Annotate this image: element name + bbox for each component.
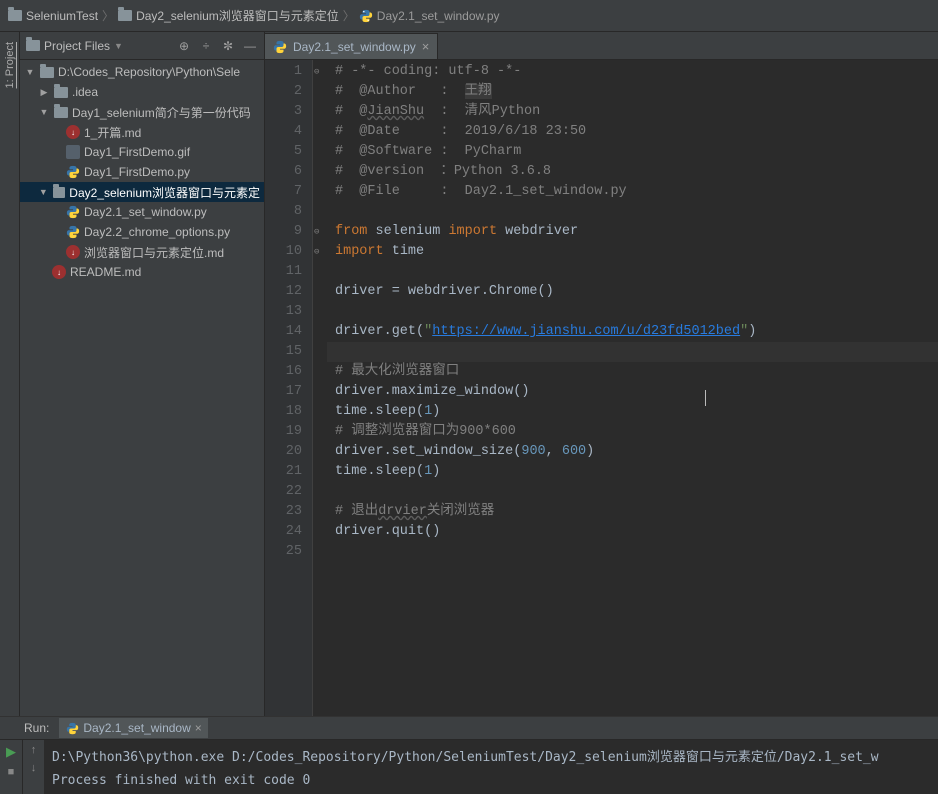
python-file-icon [273, 40, 287, 54]
gutter[interactable]: 1234567891011121314151617181920212223242… [265, 60, 313, 716]
markdown-icon: ↓ [66, 245, 80, 259]
console-output[interactable]: D:\Python36\python.exe D:/Codes_Reposito… [44, 740, 938, 794]
tree-file[interactable]: ↓浏览器窗口与元素定位.md [20, 242, 264, 262]
fold-icon[interactable]: ⊖ [314, 62, 319, 82]
tree-file[interactable]: Day1_FirstDemo.gif [20, 142, 264, 162]
editor-tab[interactable]: Day2.1_set_window.py × [265, 33, 438, 59]
hide-icon[interactable]: — [242, 39, 258, 53]
project-panel: Project Files▼ ⊕ ÷ ✼ — ▼D:\Codes_Reposit… [20, 32, 265, 716]
folder-icon [53, 187, 66, 198]
close-icon[interactable]: × [422, 39, 430, 54]
chevron-right-icon: 〉 [102, 7, 114, 24]
tree-file[interactable]: Day2.1_set_window.py [20, 202, 264, 222]
tree-file[interactable]: ↓1_开篇.md [20, 122, 264, 142]
dropdown-icon: ▼ [114, 41, 123, 51]
crumb-label: SeleniumTest [26, 9, 98, 23]
tree-file[interactable]: Day2.2_chrome_options.py [20, 222, 264, 242]
locate-icon[interactable]: ⊕ [176, 39, 192, 53]
python-file-icon [359, 9, 373, 23]
editor: Day2.1_set_window.py × 12345678910111213… [265, 32, 938, 716]
tree-file[interactable]: ↓README.md [20, 262, 264, 282]
run-label: Run: [24, 721, 49, 735]
code-area[interactable]: 1234567891011121314151617181920212223242… [265, 60, 938, 716]
editor-tabs: Day2.1_set_window.py × [265, 32, 938, 60]
python-file-icon [66, 205, 80, 219]
console-line: D:\Python36\python.exe D:/Codes_Reposito… [52, 746, 930, 765]
markdown-icon: ↓ [52, 265, 66, 279]
expand-icon[interactable]: ▼ [38, 107, 50, 117]
markdown-icon: ↓ [66, 125, 80, 139]
run-actions: ▶ ■ [0, 740, 22, 794]
panel-title[interactable]: Project Files▼ [26, 39, 170, 53]
play-icon[interactable]: ▶ [6, 744, 16, 760]
crumb-root[interactable]: SeleniumTest [8, 9, 98, 23]
folder-icon [118, 10, 132, 21]
fold-icon[interactable]: ⊖ [314, 242, 319, 262]
panel-header: Project Files▼ ⊕ ÷ ✼ — [20, 32, 264, 60]
tree-folder[interactable]: ▶.idea [20, 82, 264, 102]
expand-icon[interactable]: ▼ [24, 67, 36, 77]
tree-folder-selected[interactable]: ▼Day2_selenium浏览器窗口与元素定 [20, 182, 264, 202]
folder-icon [40, 67, 54, 78]
expand-icon[interactable]: ▶ [38, 87, 50, 98]
tab-label: Day2.1_set_window.py [293, 40, 416, 54]
run-nav: ↑ ↓ [22, 740, 44, 794]
python-file-icon [65, 721, 79, 735]
crumb-label: Day2_selenium浏览器窗口与元素定位 [136, 7, 339, 24]
crumb-file[interactable]: Day2.1_set_window.py [359, 9, 500, 23]
crumb-label: Day2.1_set_window.py [377, 9, 500, 23]
run-panel: Run: Day2.1_set_window × ▶ ■ ↑ ↓ D:\Pyth… [0, 716, 938, 794]
python-file-icon [66, 225, 80, 239]
run-config-name: Day2.1_set_window [83, 721, 190, 735]
close-icon[interactable]: × [195, 721, 202, 735]
run-body: ▶ ■ ↑ ↓ D:\Python36\python.exe D:/Codes_… [0, 740, 938, 794]
up-icon[interactable]: ↑ [31, 744, 37, 756]
chevron-right-icon: 〉 [343, 7, 355, 24]
code-content[interactable]: # -*- coding: utf-8 -*- # @Author : 王翔 #… [327, 60, 938, 716]
fold-icon[interactable]: ⊖ [314, 222, 319, 242]
tool-strip: 1: Project [0, 32, 20, 716]
tree-root[interactable]: ▼D:\Codes_Repository\Python\Sele [20, 62, 264, 82]
tree-file[interactable]: Day1_FirstDemo.py [20, 162, 264, 182]
folder-icon [26, 40, 40, 51]
folder-icon [8, 10, 22, 21]
run-tab[interactable]: Day2.1_set_window × [59, 718, 207, 738]
project-tree[interactable]: ▼D:\Codes_Repository\Python\Sele ▶.idea … [20, 60, 264, 716]
crumb-folder[interactable]: Day2_selenium浏览器窗口与元素定位 [118, 7, 339, 24]
console-line: Process finished with exit code 0 [52, 773, 930, 788]
folder-icon [54, 87, 68, 98]
text-cursor [705, 390, 706, 406]
image-icon [66, 145, 80, 159]
python-file-icon [66, 165, 80, 179]
run-header: Run: Day2.1_set_window × [0, 717, 938, 740]
fold-column[interactable]: ⊖ ⊖ ⊖ [313, 60, 327, 716]
caret-line [327, 342, 938, 362]
expand-icon[interactable]: ▼ [38, 187, 49, 197]
project-tool-tab[interactable]: 1: Project [2, 32, 18, 98]
collapse-icon[interactable]: ÷ [198, 39, 214, 53]
tree-folder[interactable]: ▼Day1_selenium简介与第一份代码 [20, 102, 264, 122]
stop-icon[interactable]: ■ [8, 766, 15, 778]
breadcrumb: SeleniumTest 〉 Day2_selenium浏览器窗口与元素定位 〉… [0, 0, 938, 32]
down-icon[interactable]: ↓ [31, 762, 37, 774]
folder-icon [54, 107, 68, 118]
gear-icon[interactable]: ✼ [220, 39, 236, 53]
